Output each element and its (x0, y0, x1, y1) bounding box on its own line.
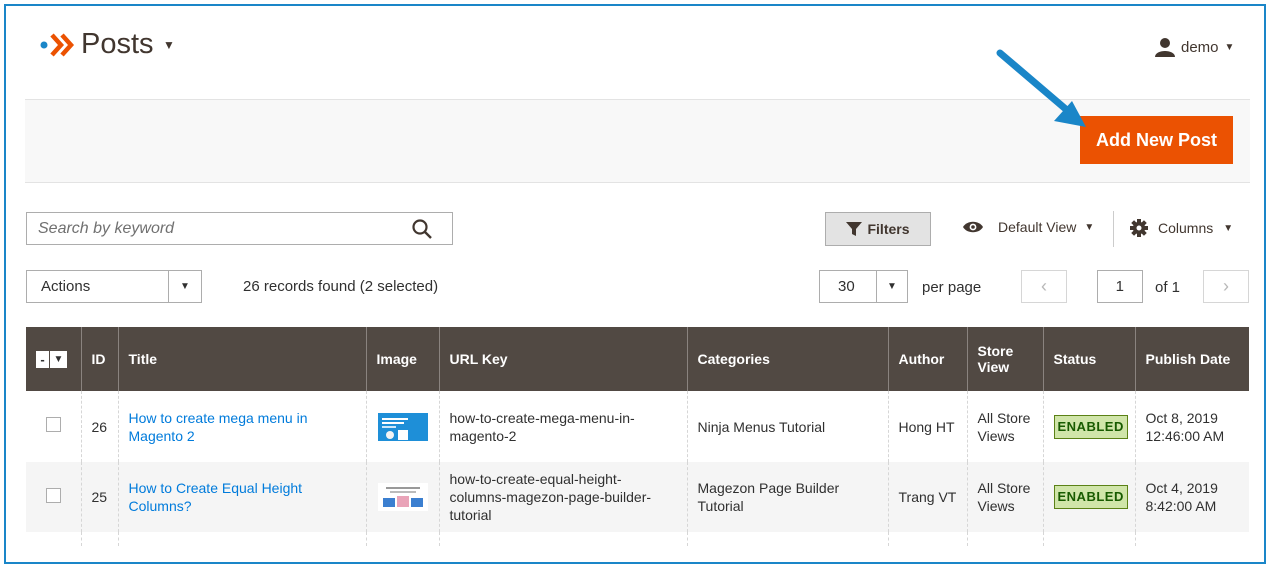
add-new-post-button[interactable]: Add New Post (1080, 116, 1233, 164)
cell-store-view: All Store Views (966, 462, 1043, 532)
page-title[interactable]: Posts (81, 28, 154, 61)
actions-dropdown[interactable]: Actions ▼ (26, 270, 202, 303)
next-page-button[interactable]: › (1203, 270, 1249, 303)
toolbar-divider (1113, 211, 1114, 247)
posts-grid: - ▼ ID Title Image URL Key Categories Au… (26, 327, 1249, 546)
column-header-publish-date[interactable]: Publish Date (1134, 327, 1249, 391)
status-badge: ENABLED (1053, 485, 1128, 509)
chevron-down-icon[interactable]: ▼ (168, 271, 201, 302)
logo-icon (40, 33, 75, 57)
chevron-left-icon: ‹ (1041, 276, 1047, 296)
table-row[interactable]: 25 How to Create Equal Height Columns? h… (26, 462, 1249, 532)
filters-button[interactable]: Filters (825, 212, 931, 246)
chevron-down-icon: ▼ (1084, 221, 1095, 233)
columns-dropdown[interactable]: Columns ▼ (1130, 219, 1233, 237)
column-header-categories[interactable]: Categories (686, 327, 888, 391)
table-row (26, 532, 1249, 546)
columns-label: Columns (1158, 220, 1214, 236)
user-name: demo (1181, 38, 1219, 56)
search-icon[interactable] (412, 219, 432, 239)
minus-icon: - (36, 350, 50, 368)
row-checkbox[interactable] (45, 417, 61, 432)
cell-id: 25 (80, 462, 118, 532)
per-page-select[interactable]: 30 ▼ (819, 270, 908, 303)
cell-author: Hong HT (887, 391, 967, 462)
column-header-status[interactable]: Status (1042, 327, 1135, 391)
view-label: Default View (998, 219, 1077, 235)
chevron-right-icon: › (1223, 276, 1229, 296)
cell-categories: Ninja Menus Tutorial (686, 391, 888, 462)
cell-url-key: how-to-create-equal-height-columns-magez… (438, 462, 687, 532)
per-page-label: per page (922, 279, 982, 296)
column-header-id[interactable]: ID (80, 327, 118, 391)
post-title-link[interactable]: How to Create Equal Height Columns? (129, 480, 303, 514)
title-dropdown-icon[interactable]: ▼ (163, 38, 175, 52)
page-number-input[interactable] (1097, 270, 1143, 303)
cell-store-view: All Store Views (966, 391, 1043, 462)
cell-id: 26 (80, 391, 118, 462)
row-checkbox[interactable] (45, 487, 61, 503)
annotation-arrow-icon (996, 49, 1086, 127)
page-total-label: of 1 (1155, 279, 1181, 296)
chevron-down-icon[interactable]: ▼ (876, 271, 907, 302)
user-icon (1155, 38, 1175, 57)
filters-label: Filters (867, 221, 910, 237)
column-header-url-key[interactable]: URL Key (438, 327, 687, 391)
grid-header-row: - ▼ ID Title Image URL Key Categories Au… (26, 327, 1249, 391)
eye-icon (963, 221, 983, 233)
search-box (26, 212, 453, 245)
search-input[interactable] (27, 213, 408, 244)
filter-icon (846, 222, 863, 236)
cell-author: Trang VT (887, 462, 967, 532)
chevron-down-icon: ▼ (1224, 41, 1235, 53)
column-header-store-view[interactable]: Store View (966, 327, 1043, 391)
chevron-down-icon: ▼ (1223, 222, 1234, 234)
per-page-value: 30 (838, 278, 855, 295)
cell-publish-date: Oct 4, 2019 8:42:00 AM (1134, 462, 1249, 532)
user-menu[interactable]: demo ▼ (1155, 36, 1234, 58)
column-header-title[interactable]: Title (117, 327, 366, 391)
post-title-link[interactable]: How to create mega menu in Magento 2 (129, 410, 308, 444)
status-badge: ENABLED (1053, 414, 1128, 439)
mass-select-header[interactable]: - ▼ (26, 327, 81, 391)
gear-icon (1130, 219, 1148, 237)
records-count: 26 records found (2 selected) (243, 278, 439, 295)
previous-page-button[interactable]: ‹ (1021, 270, 1067, 303)
post-thumbnail-image (377, 483, 428, 511)
table-row[interactable]: 26 How to create mega menu in Magento 2 … (26, 391, 1249, 462)
cell-publish-date: Oct 8, 2019 12:46:00 AM (1134, 391, 1249, 462)
column-header-author[interactable]: Author (887, 327, 967, 391)
column-header-image[interactable]: Image (365, 327, 439, 391)
mass-select-control[interactable]: - ▼ (36, 350, 67, 368)
post-thumbnail-image (377, 412, 428, 441)
chevron-down-icon: ▼ (53, 353, 64, 365)
actions-label: Actions (41, 278, 91, 295)
cell-categories: Magezon Page Builder Tutorial (686, 462, 888, 532)
cell-url-key: how-to-create-mega-menu-in-magento-2 (438, 391, 687, 462)
default-view-dropdown[interactable]: Default View ▼ (962, 219, 1094, 235)
